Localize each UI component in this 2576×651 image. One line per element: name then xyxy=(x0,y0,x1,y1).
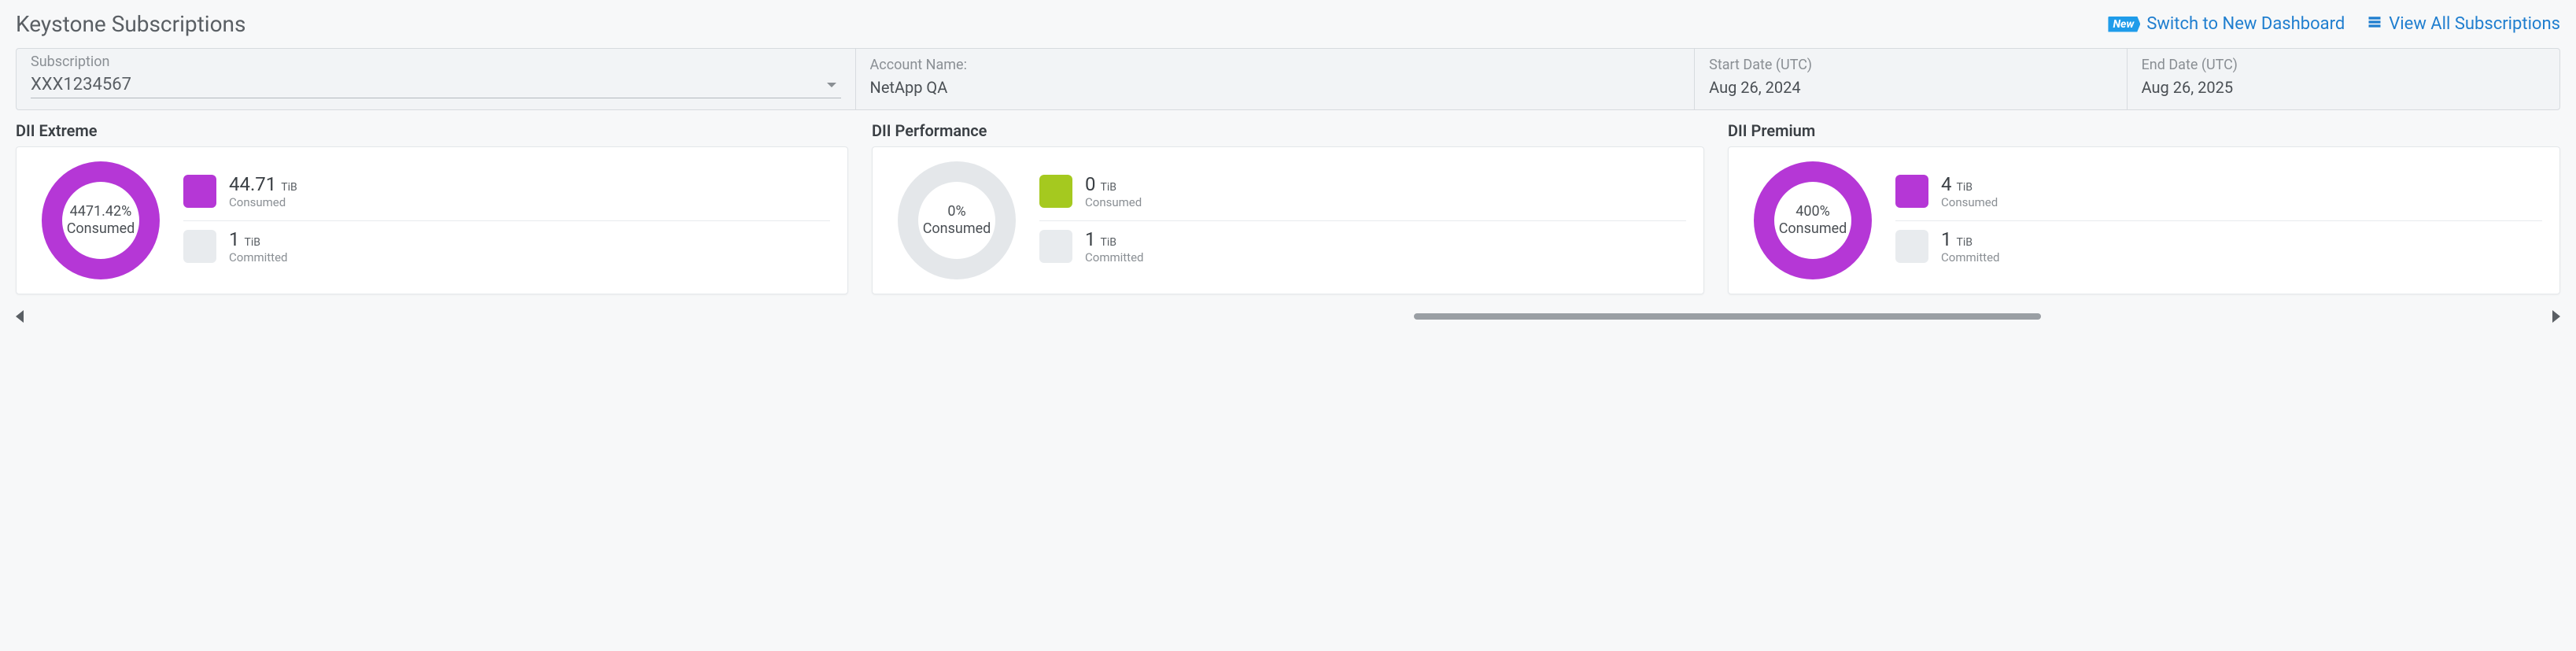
scroll-track[interactable] xyxy=(33,313,2543,320)
consumed-row: 0 TiB Consumed xyxy=(1039,166,1686,220)
donut-chart: 0% Consumed xyxy=(890,161,1024,279)
committed-swatch-icon xyxy=(183,230,216,263)
committed-swatch-icon xyxy=(1895,230,1928,263)
committed-unit: TiB xyxy=(245,237,260,249)
consumed-unit: TiB xyxy=(281,182,297,194)
tier-title: DII Premium xyxy=(1728,121,2560,140)
scroll-left-icon[interactable] xyxy=(16,310,24,323)
donut-percent: 4471.42% xyxy=(70,203,132,220)
consumed-unit: TiB xyxy=(1957,182,1973,194)
stats-block: 4 TiB Consumed 1 TiB Committed xyxy=(1895,166,2542,276)
subscription-info-bar: Subscription XXX1234567 Account Name: Ne… xyxy=(16,48,2560,110)
donut-percent: 0% xyxy=(947,203,965,220)
subscription-select[interactable]: XXX1234567 xyxy=(31,75,841,98)
consumed-value: 0 xyxy=(1085,174,1096,194)
committed-row: 1 TiB Committed xyxy=(1039,220,1686,276)
committed-unit: TiB xyxy=(1101,237,1116,249)
switch-dashboard-label: Switch to New Dashboard xyxy=(2146,14,2345,34)
start-date-value: Aug 26, 2024 xyxy=(1709,78,2112,97)
consumed-swatch-icon xyxy=(1895,175,1928,208)
usage-card: 0% Consumed 0 TiB Consumed xyxy=(872,146,1704,294)
tier-card: DII Premium 400% Consumed 4 TiB xyxy=(1728,121,2560,294)
stats-block: 44.71 TiB Consumed 1 TiB Committed xyxy=(183,166,830,276)
consumed-swatch-icon xyxy=(1039,175,1072,208)
committed-label: Committed xyxy=(229,251,288,264)
consumed-unit: TiB xyxy=(1101,182,1116,194)
committed-value: 1 xyxy=(1941,229,1952,250)
header-links: New Switch to New Dashboard View All Sub… xyxy=(2108,14,2560,35)
list-icon xyxy=(2367,14,2382,35)
usage-card: 400% Consumed 4 TiB Consumed xyxy=(1728,146,2560,294)
start-date-label: Start Date (UTC) xyxy=(1709,57,2112,73)
end-date-label: End Date (UTC) xyxy=(2142,57,2545,73)
consumed-value: 44.71 xyxy=(229,174,276,194)
page-title: Keystone Subscriptions xyxy=(16,11,245,37)
account-name-value: NetApp QA xyxy=(870,78,1681,97)
committed-unit: TiB xyxy=(1957,237,1973,249)
usage-card: 4471.42% Consumed 44.71 TiB Consumed xyxy=(16,146,848,294)
donut-label: Consumed xyxy=(923,220,991,238)
committed-swatch-icon xyxy=(1039,230,1072,263)
tier-title: DII Extreme xyxy=(16,121,848,140)
scroll-right-icon[interactable] xyxy=(2552,310,2560,323)
consumed-label: Consumed xyxy=(1941,196,1998,209)
donut-percent: 400% xyxy=(1795,203,1830,220)
consumed-row: 4 TiB Consumed xyxy=(1895,166,2542,220)
chevron-down-icon xyxy=(827,83,836,87)
committed-row: 1 TiB Committed xyxy=(183,220,830,276)
scroll-thumb[interactable] xyxy=(1414,313,2042,320)
view-all-label: View All Subscriptions xyxy=(2389,14,2560,34)
subscription-value: XXX1234567 xyxy=(31,75,131,94)
switch-dashboard-link[interactable]: New Switch to New Dashboard xyxy=(2108,14,2345,34)
consumed-value: 4 xyxy=(1941,174,1952,194)
consumed-swatch-icon xyxy=(183,175,216,208)
tier-title: DII Performance xyxy=(872,121,1704,140)
consumed-label: Consumed xyxy=(229,196,297,209)
horizontal-scroll xyxy=(16,310,2560,323)
stats-block: 0 TiB Consumed 1 TiB Committed xyxy=(1039,166,1686,276)
committed-row: 1 TiB Committed xyxy=(1895,220,2542,276)
consumed-label: Consumed xyxy=(1085,196,1142,209)
tier-card: DII Performance 0% Consumed 0 TiB xyxy=(872,121,1704,294)
donut-chart: 400% Consumed xyxy=(1746,161,1880,279)
view-all-subscriptions-link[interactable]: View All Subscriptions xyxy=(2367,14,2560,35)
committed-value: 1 xyxy=(1085,229,1096,250)
tier-cards-row: DII Extreme 4471.42% Consumed 44.71 Ti xyxy=(16,121,2560,294)
subscription-label: Subscription xyxy=(31,54,841,70)
donut-chart: 4471.42% Consumed xyxy=(34,161,168,279)
donut-label: Consumed xyxy=(67,220,135,238)
committed-label: Committed xyxy=(1941,251,2000,264)
tier-card: DII Extreme 4471.42% Consumed 44.71 Ti xyxy=(16,121,848,294)
committed-label: Committed xyxy=(1085,251,1144,264)
new-badge-icon: New xyxy=(2108,17,2140,32)
donut-label: Consumed xyxy=(1779,220,1847,238)
end-date-value: Aug 26, 2025 xyxy=(2142,78,2545,97)
consumed-row: 44.71 TiB Consumed xyxy=(183,166,830,220)
account-name-label: Account Name: xyxy=(870,57,1681,73)
committed-value: 1 xyxy=(229,229,240,250)
